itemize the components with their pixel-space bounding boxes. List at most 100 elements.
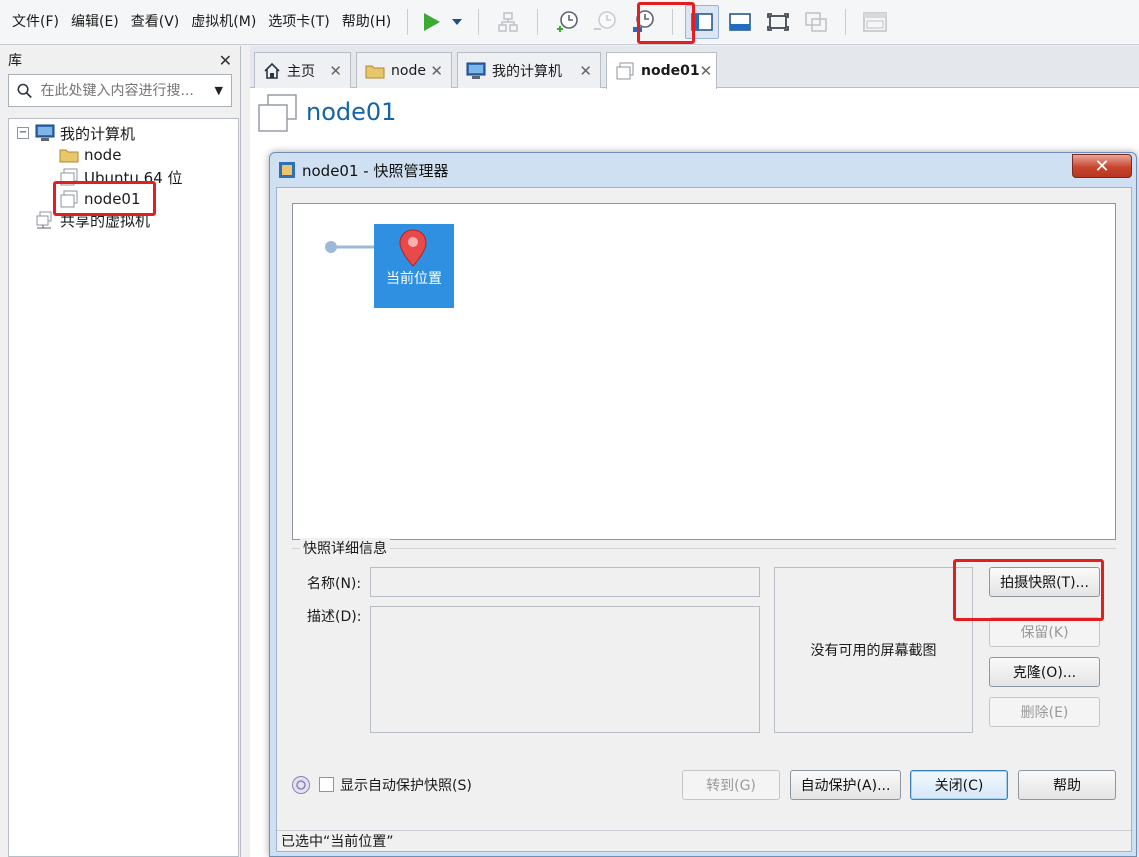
tree-item-label: node01	[84, 190, 141, 208]
delete-button[interactable]: 删除(E)	[989, 697, 1100, 727]
tab-node01[interactable]: node01 ✕	[606, 52, 717, 89]
tree-item-node01[interactable]: node01	[59, 188, 141, 210]
library-search-input[interactable]	[40, 82, 215, 99]
snapshot-manager-dialog: node01 - 快照管理器 ✕ 当前位置 快照详细信息 名称(N): 描述(D…	[269, 152, 1137, 857]
search-icon	[17, 83, 32, 98]
description-label: 描述(D):	[307, 609, 362, 625]
close-tab-icon[interactable]: ✕	[329, 62, 342, 80]
close-library-icon[interactable]: ✕	[219, 51, 232, 70]
toolbar-separator	[478, 9, 480, 35]
menu-file[interactable]: 文件(F)	[0, 0, 65, 45]
show-autoprotect-label: 显示自动保护快照(S)	[340, 778, 472, 794]
unity-icon	[805, 12, 827, 32]
library-header: 库 ✕	[0, 46, 240, 74]
toolbar-separator	[672, 9, 674, 35]
folder-icon	[59, 146, 79, 164]
take-snapshot-toolbar-button[interactable]	[550, 5, 584, 39]
tab-label: node	[391, 62, 426, 79]
tree-item-ubuntu[interactable]: Ubuntu 64 位	[59, 166, 183, 188]
tab-label: 主页	[287, 63, 315, 80]
sidebar-layout-icon	[691, 13, 713, 31]
menu-view[interactable]: 查看(V)	[125, 0, 186, 45]
dialog-body: 当前位置 快照详细信息 名称(N): 描述(D): 没有可用的屏幕截图 拍摄快照…	[276, 187, 1132, 852]
clock-revert-icon	[594, 11, 617, 30]
chevron-down-icon	[452, 19, 463, 25]
send-ctrl-alt-del-button[interactable]	[491, 5, 525, 39]
dialog-titlebar: node01 - 快照管理器	[270, 153, 1136, 187]
autoprotect-button[interactable]: 自动保护(A)...	[790, 770, 901, 800]
current-location-node[interactable]: 当前位置	[374, 224, 454, 308]
full-screen-button[interactable]	[761, 5, 795, 39]
tree-item-label: 共享的虚拟机	[60, 211, 151, 230]
unity-button[interactable]	[799, 5, 833, 39]
toolbar-separator	[845, 9, 847, 35]
menu-tabs[interactable]: 选项卡(T)	[262, 0, 335, 45]
tab-home[interactable]: 主页 ✕	[254, 52, 351, 88]
close-button[interactable]: 关闭(C)	[910, 770, 1008, 800]
app-icon	[278, 161, 296, 179]
snapshot-tree-view[interactable]: 当前位置	[292, 203, 1116, 540]
status-text: 已选中“当前位置”	[281, 834, 394, 850]
computer-icon	[466, 62, 486, 80]
library-title: 库	[8, 53, 22, 69]
power-dropdown-button[interactable]	[448, 5, 466, 39]
name-label: 名称(N):	[307, 576, 362, 592]
vm-icon	[615, 62, 635, 80]
computer-icon	[35, 124, 55, 142]
folder-icon	[365, 63, 385, 79]
keep-button[interactable]: 保留(K)	[989, 617, 1100, 647]
autoprotect-icon	[292, 776, 310, 794]
vm-title: node01	[306, 98, 397, 126]
help-button[interactable]: 帮助	[1018, 770, 1116, 800]
power-on-button[interactable]	[420, 5, 444, 39]
thumbnail-bar-icon	[729, 13, 751, 31]
dialog-title: node01 - 快照管理器	[302, 161, 449, 180]
toolbar-separator	[407, 9, 409, 35]
play-icon	[424, 13, 441, 31]
show-autoprotect-checkbox[interactable]	[319, 777, 334, 792]
library-search: ▼	[8, 74, 232, 107]
tab-node[interactable]: node ✕	[356, 52, 452, 88]
tree-item-my-computer[interactable]: − 我的计算机	[17, 122, 135, 144]
location-pin-icon	[399, 229, 427, 267]
show-library-button[interactable]	[685, 5, 720, 39]
vm-large-icon	[256, 93, 298, 137]
tab-label: node01	[641, 63, 700, 79]
library-panel: 库 ✕ ▼ − 我的计算机 node Ubuntu 64 位	[0, 46, 241, 857]
close-tab-icon[interactable]: ✕	[700, 62, 713, 80]
snapshot-description-input[interactable]	[370, 606, 760, 733]
status-bar: 已选中“当前位置”	[277, 830, 1131, 852]
clone-button[interactable]: 克隆(O)...	[989, 657, 1100, 687]
tab-label: 我的计算机	[492, 63, 562, 80]
snapshot-manager-icon	[633, 10, 655, 32]
details-legend: 快照详细信息	[300, 538, 390, 558]
toolbar-separator	[537, 9, 539, 35]
take-snapshot-button[interactable]: 拍摄快照(T)...	[989, 567, 1100, 597]
menu-edit[interactable]: 编辑(E)	[65, 0, 125, 45]
close-icon: ✕	[1094, 155, 1110, 177]
collapse-icon[interactable]: −	[17, 127, 29, 139]
tab-my-computer[interactable]: 我的计算机 ✕	[457, 52, 601, 88]
vm-icon	[59, 190, 79, 208]
menu-vm[interactable]: 虚拟机(M)	[185, 0, 262, 45]
menu-help[interactable]: 帮助(H)	[336, 0, 397, 45]
dialog-close-button[interactable]: ✕	[1072, 154, 1132, 178]
tree-item-label: 我的计算机	[60, 124, 136, 143]
console-view-button[interactable]	[858, 5, 892, 39]
clock-plus-icon	[557, 11, 579, 32]
tree-item-node[interactable]: node	[59, 144, 121, 166]
library-tree: − 我的计算机 node Ubuntu 64 位 node01 共享的虚拟机	[8, 118, 239, 857]
snapshot-manager-button[interactable]	[626, 5, 660, 39]
search-dropdown-icon[interactable]: ▼	[215, 84, 223, 97]
tree-item-label: Ubuntu 64 位	[84, 168, 183, 187]
goto-button[interactable]: 转到(G)	[682, 770, 780, 800]
show-thumbnail-bar-button[interactable]	[723, 5, 757, 39]
tree-item-shared-vms[interactable]: 共享的虚拟机	[35, 209, 150, 231]
close-tab-icon[interactable]: ✕	[430, 62, 443, 80]
snapshot-name-input[interactable]	[370, 567, 760, 597]
screenshot-preview: 没有可用的屏幕截图	[774, 567, 973, 733]
no-screenshot-text: 没有可用的屏幕截图	[810, 643, 937, 659]
console-view-icon	[863, 12, 887, 32]
revert-snapshot-button[interactable]	[588, 5, 622, 39]
close-tab-icon[interactable]: ✕	[579, 62, 592, 80]
